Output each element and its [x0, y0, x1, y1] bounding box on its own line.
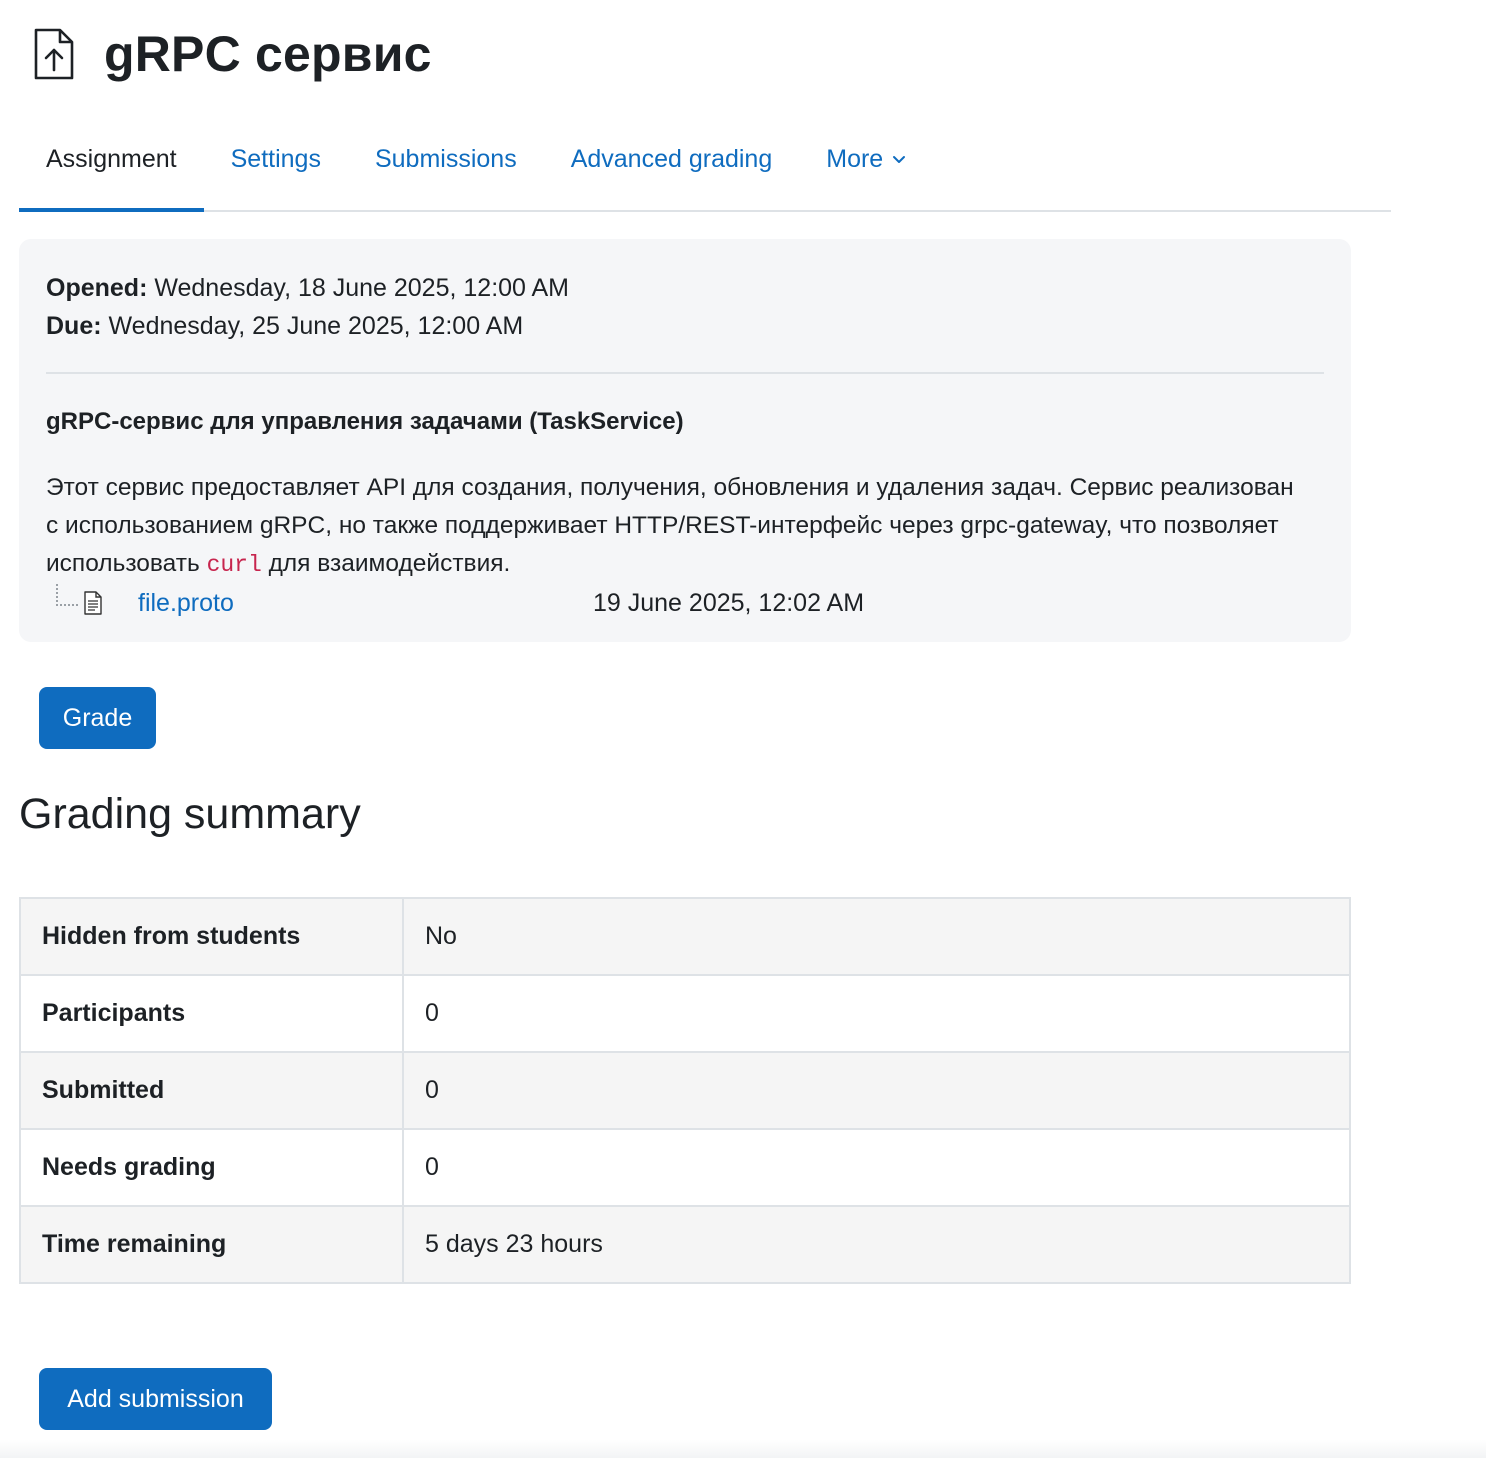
row-value: No — [402, 897, 1351, 976]
row-value: 0 — [402, 1051, 1351, 1130]
grading-summary-heading: Grading summary — [19, 790, 361, 838]
due-label: Due: — [46, 312, 102, 340]
grade-button[interactable]: Grade — [39, 687, 156, 749]
tab-settings[interactable]: Settings — [204, 122, 348, 210]
tab-advanced-grading[interactable]: Advanced grading — [544, 122, 800, 210]
tab-more[interactable]: More — [799, 122, 934, 210]
grading-summary-table: Hidden from students No Participants 0 S… — [19, 897, 1351, 1284]
tab-submissions[interactable]: Submissions — [348, 122, 544, 210]
bottom-shadow — [0, 1440, 1486, 1458]
row-label: Participants — [19, 974, 404, 1053]
row-label: Needs grading — [19, 1128, 404, 1207]
due-date: Due: Wednesday, 25 June 2025, 12:00 AM — [46, 307, 1324, 345]
row-label: Submitted — [19, 1051, 404, 1130]
tab-assignment[interactable]: Assignment — [19, 122, 204, 212]
table-row: Hidden from students No — [19, 897, 1351, 976]
page-title: gRPC сервис — [104, 26, 432, 82]
intro-text: Этот сервис предоставляет API для создан… — [46, 469, 1306, 584]
activity-info-box: Opened: Wednesday, 18 June 2025, 12:00 A… — [19, 239, 1351, 642]
row-value: 5 days 23 hours — [402, 1205, 1351, 1284]
opened-date: Opened: Wednesday, 18 June 2025, 12:00 A… — [46, 269, 1324, 307]
table-row: Participants 0 — [19, 974, 1351, 1053]
attachment-row: file.proto 19 June 2025, 12:02 AM — [46, 584, 1324, 622]
file-upload-icon — [30, 24, 78, 84]
tree-connector — [56, 584, 78, 606]
secondary-navigation: Assignment Settings Submissions Advanced… — [19, 122, 1391, 212]
intro-heading: gRPC-сервис для управления задачами (Tas… — [46, 408, 684, 435]
text-file-icon — [84, 591, 102, 615]
page-header: gRPC сервис — [30, 14, 432, 94]
chevron-down-icon — [893, 156, 906, 163]
add-submission-button[interactable]: Add submission — [39, 1368, 272, 1430]
attachment-link[interactable]: file.proto — [138, 589, 593, 618]
table-row: Time remaining 5 days 23 hours — [19, 1205, 1351, 1284]
row-value: 0 — [402, 1128, 1351, 1207]
row-value: 0 — [402, 974, 1351, 1053]
opened-label: Opened: — [46, 274, 148, 302]
table-row: Needs grading 0 — [19, 1128, 1351, 1207]
divider — [46, 372, 1324, 374]
opened-value: Wednesday, 18 June 2025, 12:00 AM — [154, 274, 570, 302]
due-value: Wednesday, 25 June 2025, 12:00 AM — [108, 312, 524, 340]
row-label: Time remaining — [19, 1205, 404, 1284]
row-label: Hidden from students — [19, 897, 404, 976]
intro-code: curl — [206, 552, 262, 578]
attachment-date: 19 June 2025, 12:02 AM — [593, 588, 865, 617]
intro-text-after: для взаимодействия. — [261, 550, 511, 577]
tab-more-label: More — [826, 144, 884, 173]
table-row: Submitted 0 — [19, 1051, 1351, 1130]
